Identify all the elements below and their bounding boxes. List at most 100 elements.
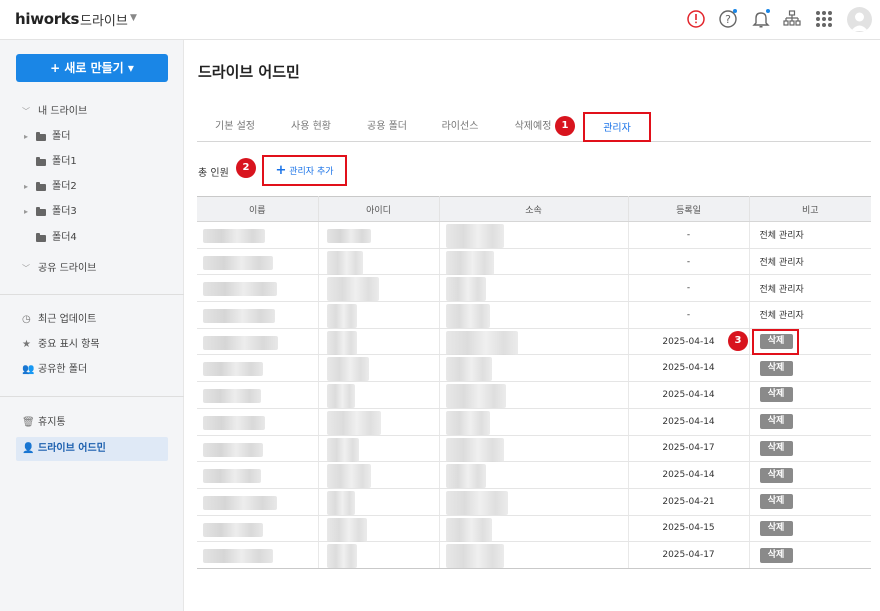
registered-date: - <box>686 283 691 294</box>
tab-usage[interactable]: 사용 현황 <box>277 112 345 142</box>
chevron-right-icon[interactable]: ▸ <box>24 126 28 148</box>
sidebar-item-trash[interactable]: 🗑 휴지통 <box>0 412 184 434</box>
plus-icon: + <box>275 163 287 178</box>
registered-date: - <box>686 229 691 240</box>
redacted-text <box>326 384 355 409</box>
sidebar-item-recent[interactable]: ◷ 최근 업데이트 <box>0 309 184 331</box>
apps-grid-icon[interactable] <box>813 8 835 30</box>
redacted-text <box>203 309 275 324</box>
tab-public-folder[interactable]: 공용 폴더 <box>353 112 421 142</box>
note-cell: 삭제 <box>749 461 871 489</box>
tab-license[interactable]: 라이선스 <box>429 112 491 142</box>
name-cell <box>197 248 319 276</box>
chevron-right-icon[interactable]: ▸ <box>24 176 28 198</box>
folder-label: 폴더2 <box>52 181 77 192</box>
registered-date-cell: 2025-04-17 <box>628 435 750 463</box>
hiworks-logo[interactable]: hiworks <box>15 10 79 28</box>
sidebar-item-shared-drive[interactable]: ﹀ 공유 드라이브 <box>0 258 184 280</box>
table-row: 2025-04-17 삭제 <box>197 435 871 463</box>
add-admin-button[interactable]: + 관리자 추가 <box>262 155 347 186</box>
sidebar-folder-item[interactable]: 폴더1 <box>0 151 184 173</box>
folder-label: 폴더1 <box>52 156 77 167</box>
delete-button[interactable]: 삭제 <box>759 440 793 456</box>
department-cell <box>439 274 629 303</box>
note-cell: 전체 관리자 <box>749 301 871 329</box>
sidebar-item-drive-admin[interactable]: 👤 드라이브 어드민 <box>16 437 168 461</box>
star-icon: ★ <box>22 339 31 350</box>
chevron-right-icon[interactable]: ▸ <box>24 201 28 223</box>
column-header-note[interactable]: 비고 <box>749 196 871 222</box>
create-new-button[interactable]: + 새로 만들기 ▾ <box>16 54 168 82</box>
note-cell: 전체 관리자 <box>749 274 871 303</box>
sidebar-folder-item[interactable]: 폴더4 <box>0 227 184 249</box>
registered-date-cell: 2025-04-14 <box>628 381 750 409</box>
add-admin-label: 관리자 추가 <box>289 167 334 177</box>
sidebar-item-label: 공유 드라이브 <box>38 263 97 274</box>
chevron-down-icon[interactable]: ﹀ <box>22 258 30 280</box>
table-row: 2025-04-21 삭제 <box>197 488 871 516</box>
delete-button[interactable]: 삭제 <box>759 414 793 430</box>
delete-button[interactable]: 삭제 <box>759 494 793 510</box>
admin-table: 이름 아이디 소속 등록일 비고 - 전체 관리자 - 전체 관리자 - 전체 관리자 - 전… <box>197 196 871 569</box>
delete-button[interactable]: 삭제 <box>759 360 793 376</box>
sidebar-folder-item[interactable]: ▸ 폴더3 <box>0 201 184 223</box>
sidebar-item-starred[interactable]: ★ 중요 표시 항목 <box>0 334 184 356</box>
sidebar-item-shared-folders[interactable]: 👥 공유한 폴더 <box>0 359 184 381</box>
sidebar-item-label: 휴지통 <box>38 417 66 428</box>
note-cell: 삭제 <box>749 515 871 543</box>
sidebar-item-label: 공유한 폴더 <box>38 364 88 375</box>
tab-admins[interactable]: 관리자 <box>583 112 651 142</box>
table-row: 2025-04-14 삭제 <box>197 381 871 409</box>
delete-button[interactable]: 삭제 <box>759 520 793 536</box>
delete-button[interactable]: 삭제 <box>759 547 793 563</box>
registered-date: 2025-04-14 <box>662 389 715 400</box>
name-cell <box>197 381 319 409</box>
table-row: - 전체 관리자 <box>197 301 871 329</box>
delete-button[interactable]: 삭제 <box>759 467 793 483</box>
redacted-text <box>445 277 486 302</box>
note-cell: 삭제 <box>749 488 871 516</box>
sidebar-item-label: 내 드라이브 <box>38 106 88 117</box>
sidebar-item-label: 중요 표시 항목 <box>38 339 100 350</box>
id-cell <box>318 354 440 383</box>
redacted-text <box>445 330 518 355</box>
bell-icon[interactable] <box>750 8 772 30</box>
redacted-text <box>445 464 486 489</box>
role-label: 전체 관리자 <box>759 231 804 242</box>
registered-date-cell: - <box>628 221 750 249</box>
id-cell <box>318 488 440 516</box>
delete-button[interactable]: 삭제 <box>759 387 793 403</box>
admin-table-body: - 전체 관리자 - 전체 관리자 - 전체 관리자 - 전체 관리자 2025-04-14 삭제… <box>197 221 871 569</box>
sidebar-folder-item[interactable]: ▸ 폴더2 <box>0 176 184 198</box>
top-bar: hiworks 드라이브 ▼ ? <box>0 0 880 40</box>
note-cell: 삭제 <box>749 408 871 436</box>
column-header-registered-date[interactable]: 등록일 <box>628 196 750 222</box>
avatar[interactable] <box>847 7 872 32</box>
column-header-name[interactable]: 이름 <box>197 196 319 222</box>
help-icon[interactable]: ? <box>717 8 739 30</box>
app-switcher-caret-icon[interactable]: ▼ <box>130 13 137 23</box>
alert-circle-icon[interactable] <box>685 8 707 30</box>
redacted-text <box>445 357 492 382</box>
redacted-text <box>203 335 278 350</box>
redacted-text <box>203 415 265 430</box>
sidebar-item-my-drive[interactable]: ﹀ 내 드라이브 <box>0 101 184 123</box>
app-switcher-label[interactable]: 드라이브 <box>80 10 128 29</box>
table-row: 2025-04-14 삭제 <box>197 461 871 489</box>
admin-user-icon: 👤 <box>22 443 35 454</box>
column-header-department[interactable]: 소속 <box>439 196 629 222</box>
name-cell <box>197 488 319 516</box>
name-cell <box>197 541 319 569</box>
column-header-id[interactable]: 아이디 <box>318 196 440 222</box>
folder-label: 폴더3 <box>52 206 77 217</box>
folder-icon <box>36 207 46 216</box>
registered-date: 2025-04-14 <box>662 416 715 427</box>
chevron-down-icon[interactable]: ﹀ <box>22 101 30 123</box>
redacted-text <box>203 469 261 484</box>
tab-basic-settings[interactable]: 기본 설정 <box>201 112 269 142</box>
registered-date-cell: 2025-04-14 <box>628 461 750 489</box>
trash-icon: 🗑 <box>22 417 35 428</box>
redacted-text <box>445 544 504 569</box>
org-chart-icon[interactable] <box>781 8 803 30</box>
sidebar-folder-item[interactable]: ▸ 폴더 <box>0 126 184 148</box>
